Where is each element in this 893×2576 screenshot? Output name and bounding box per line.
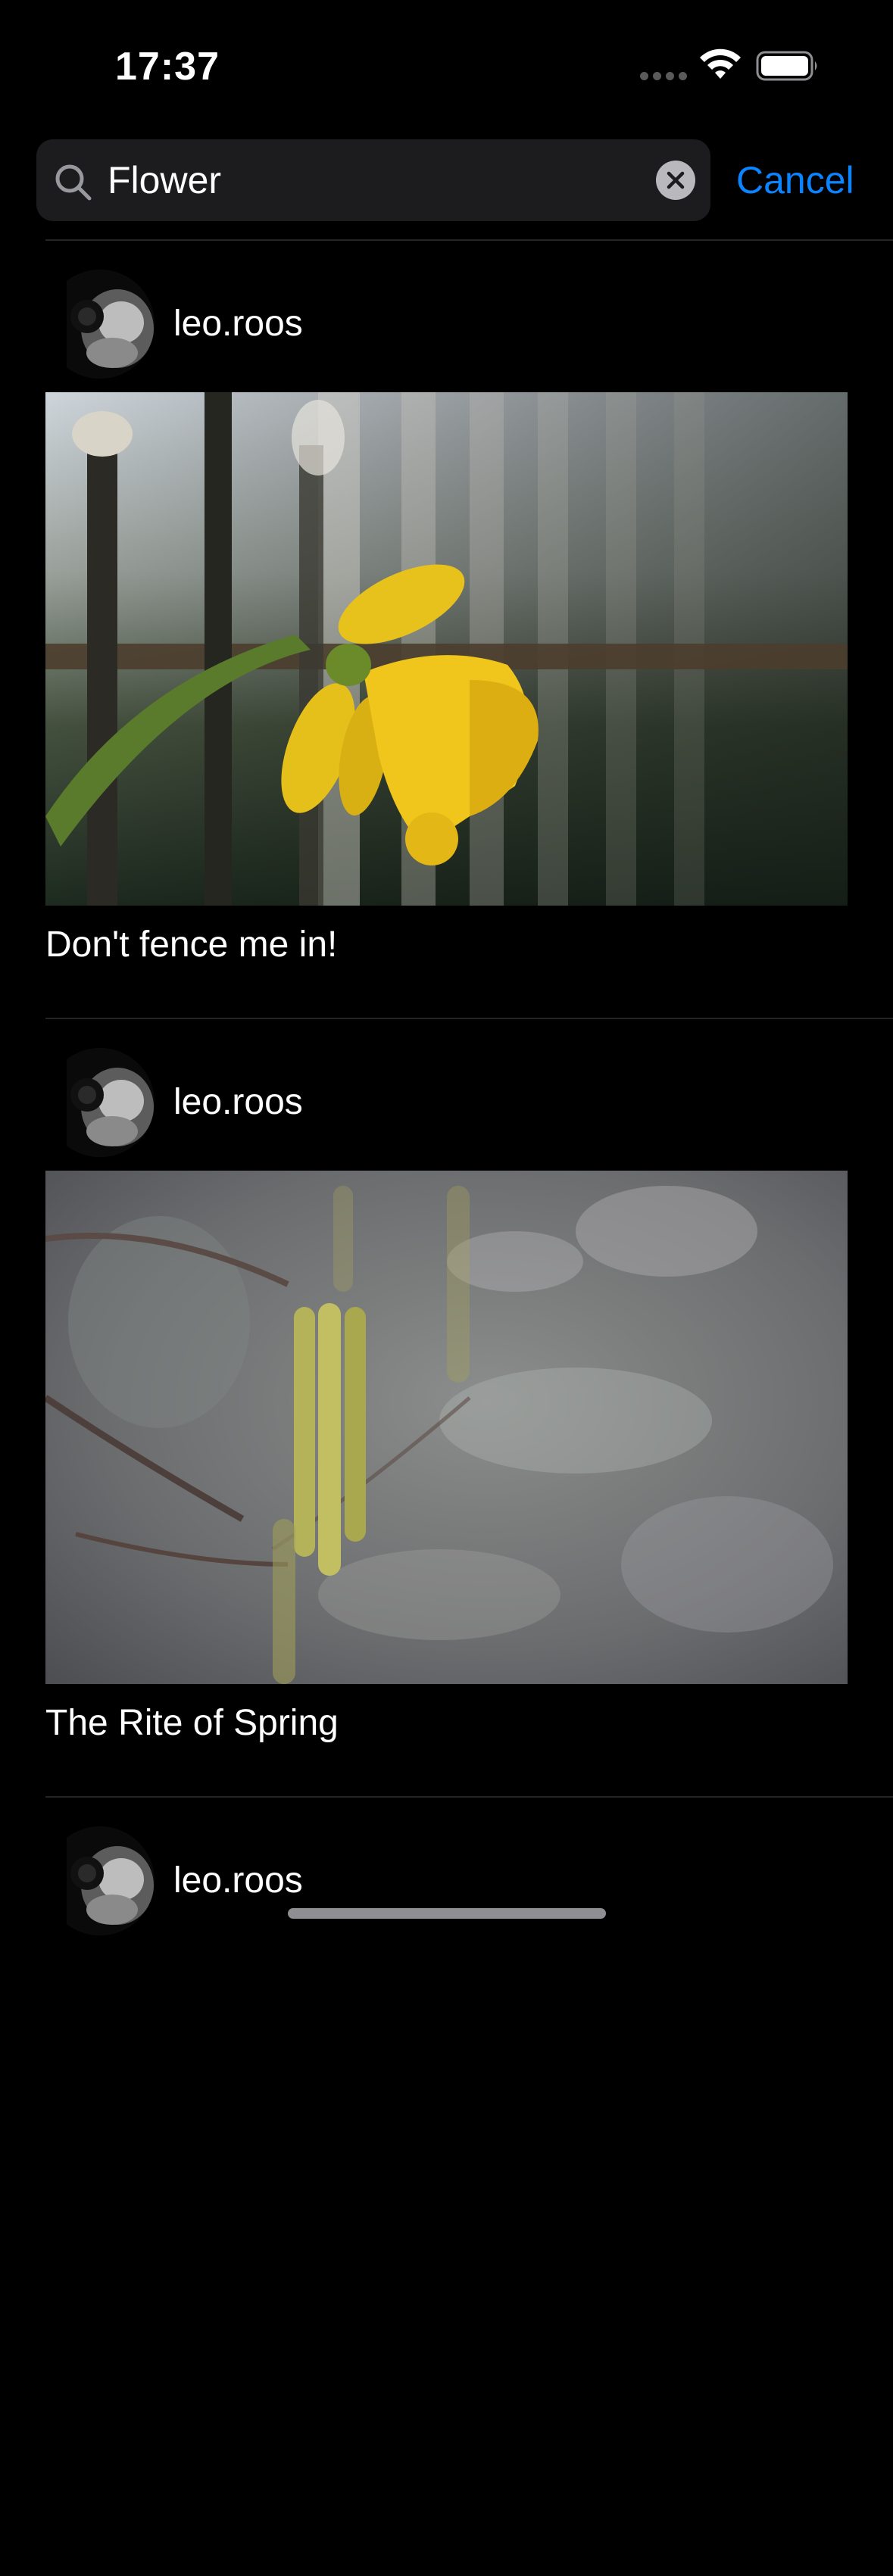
post-photo[interactable] <box>45 392 848 906</box>
wifi-icon <box>700 48 741 79</box>
home-indicator[interactable] <box>288 1908 606 1919</box>
post-caption: Don't fence me in! <box>45 925 338 965</box>
post-username[interactable]: leo.roos <box>173 300 303 348</box>
post-card[interactable]: leo.roos <box>0 1019 893 1798</box>
cancel-button[interactable]: Cancel <box>736 156 854 204</box>
search-field[interactable] <box>36 139 710 221</box>
avatar[interactable] <box>45 1048 155 1157</box>
cellular-signal-icon <box>640 72 687 80</box>
post-header[interactable]: leo.roos <box>45 270 848 379</box>
post-header[interactable]: leo.roos <box>45 1826 848 1935</box>
status-bar: 17:37 <box>0 0 893 129</box>
post-header[interactable]: leo.roos <box>45 1048 848 1157</box>
post-card[interactable]: leo.roos <box>0 241 893 1019</box>
clear-search-button[interactable] <box>656 161 695 200</box>
avatar[interactable] <box>45 270 155 379</box>
post-username[interactable]: leo.roos <box>173 1857 303 1905</box>
clear-icon <box>667 171 685 189</box>
search-icon <box>55 164 92 201</box>
status-time: 17:37 <box>115 45 220 89</box>
post-photo[interactable] <box>45 1171 848 1684</box>
search-results-feed[interactable]: leo.roos Don't fence me in! leo.roos The… <box>0 241 893 2576</box>
post-username[interactable]: leo.roos <box>173 1078 303 1127</box>
battery-icon <box>756 51 817 81</box>
avatar[interactable] <box>45 1826 155 1935</box>
search-input[interactable] <box>108 154 638 206</box>
post-caption: The Rite of Spring <box>45 1703 339 1743</box>
